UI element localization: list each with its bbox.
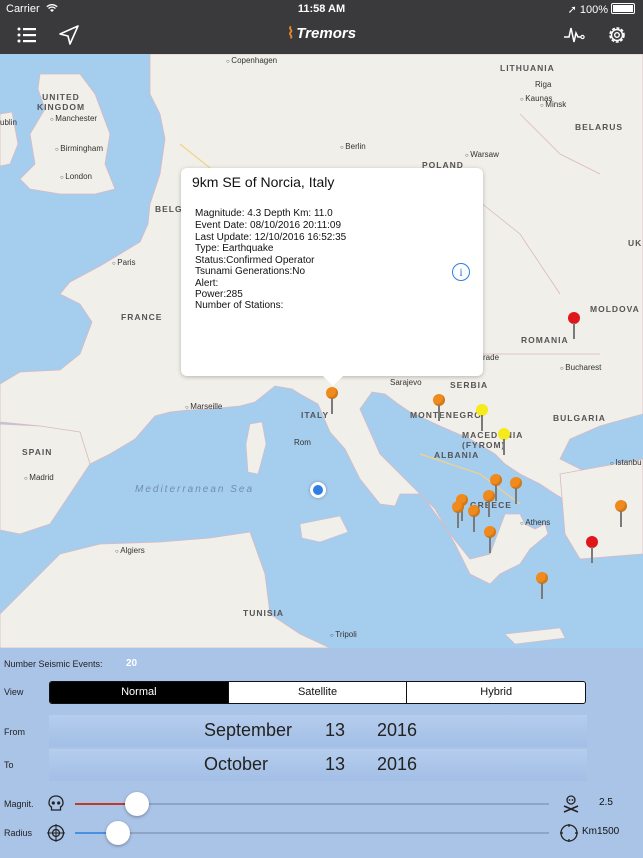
- magnitude-row: Magnit. 2.5: [0, 792, 643, 816]
- detail-type: Type: Earthquake: [195, 243, 274, 254]
- map-label: Riga: [535, 80, 552, 89]
- detail-alert: Alert:: [195, 278, 219, 289]
- tremors-logo-icon: ⌇: [286, 25, 295, 42]
- map-label: Paris: [112, 258, 135, 267]
- earthquake-pin[interactable]: [432, 394, 446, 422]
- earthquake-pin[interactable]: [497, 428, 511, 456]
- earthquake-pin[interactable]: [483, 526, 497, 554]
- detail-stations: Number of Stations:: [195, 300, 284, 311]
- map-label: rade: [483, 353, 500, 362]
- detail-status: Status:Confirmed Operator: [195, 255, 315, 266]
- battery-icon: [611, 3, 635, 14]
- to-month[interactable]: October: [204, 754, 268, 775]
- to-year[interactable]: 2016: [377, 754, 417, 775]
- map-label: UNITED KINGDOM: [36, 92, 86, 112]
- map-label: ROMANIA: [521, 335, 569, 345]
- radius-label: Radius: [4, 828, 33, 838]
- segment-normal[interactable]: Normal: [50, 682, 228, 703]
- navigation-bar: Carrier 11:58 AM ➚ 100% ⌇ Tremors: [0, 0, 643, 54]
- map-label: Rom: [294, 438, 311, 447]
- map-label: TUNISIA: [243, 608, 284, 618]
- crossbones-icon: [563, 795, 579, 813]
- map-label: Algiers: [115, 546, 144, 555]
- app-title: ⌇ Tremors: [286, 25, 357, 42]
- map-label: SPAIN: [22, 447, 53, 457]
- earthquake-pin[interactable]: [467, 505, 481, 533]
- map-label: SERBIA: [450, 380, 489, 390]
- status-time: 11:58 AM: [297, 3, 346, 15]
- earthquake-pin[interactable]: [509, 477, 523, 505]
- earthquake-pin[interactable]: [482, 490, 496, 518]
- map-label: Madrid: [24, 473, 53, 482]
- view-label: View: [4, 687, 24, 697]
- radius-value: Km1500: [582, 826, 620, 837]
- earthquake-pin[interactable]: [325, 387, 339, 415]
- gear-icon[interactable]: [604, 22, 630, 48]
- map-label: Tripoli: [330, 630, 356, 639]
- map-label: Kaunas: [520, 94, 552, 103]
- map-label: Copenhagen: [226, 56, 277, 65]
- map-label: BULGARIA: [553, 413, 606, 423]
- to-date-picker[interactable]: October 13 2016: [49, 749, 587, 781]
- detail-power: Power:285: [195, 289, 243, 300]
- map-label: ALBANIA: [434, 450, 480, 460]
- segment-satellite[interactable]: Satellite: [227, 682, 407, 703]
- detail-event-date: Event Date: 08/10/2016 20:11:09: [195, 220, 342, 231]
- events-count: 20: [126, 658, 138, 669]
- status-battery: ➚ 100%: [568, 3, 635, 16]
- detail-last-update: Last Update: 12/10/2016 16:52:35: [195, 232, 347, 243]
- circle-icon: [560, 824, 578, 842]
- map-label: Manchester: [50, 114, 97, 123]
- magnitude-value: 2.5: [599, 797, 613, 808]
- from-month[interactable]: September: [204, 720, 292, 741]
- map-label: UK: [628, 238, 643, 248]
- map-label: LITHUANIA: [500, 63, 555, 73]
- earthquake-pin[interactable]: [567, 312, 581, 340]
- earthquake-pin[interactable]: [614, 500, 628, 528]
- from-label: From: [4, 727, 25, 737]
- radius-row: Radius Km1500: [0, 821, 643, 845]
- magnitude-slider-thumb[interactable]: [124, 792, 149, 816]
- map-label: Birmingham: [55, 144, 103, 153]
- map-label: Warsaw: [465, 150, 499, 159]
- map-label: London: [60, 172, 92, 181]
- to-day[interactable]: 13: [325, 754, 345, 775]
- earthquake-pin[interactable]: [475, 404, 489, 432]
- map-type-segmented-control[interactable]: Normal Satellite Hybrid: [49, 681, 586, 704]
- map-label: Marseille: [185, 402, 222, 411]
- callout-title: 9km SE of Norcia, Italy: [192, 174, 335, 190]
- earthquake-pin[interactable]: [451, 501, 465, 529]
- info-icon[interactable]: i: [452, 263, 470, 281]
- magnitude-label: Magnit.: [4, 799, 34, 809]
- filter-panel: Number Seismic Events: 20 View Normal Sa…: [0, 648, 643, 858]
- detail-magnitude: Magnitude: 4.3 Depth Km: 11.0: [195, 208, 333, 219]
- map-label: FRANCE: [121, 312, 163, 322]
- map-label: ublin: [0, 118, 17, 127]
- map-label: Bucharest: [560, 363, 601, 372]
- to-label: To: [4, 760, 14, 770]
- map-label: BELARUS: [575, 122, 624, 132]
- earthquake-callout[interactable]: 9km SE of Norcia, Italy Magnitude: 4.3 D…: [181, 168, 483, 386]
- from-day[interactable]: 13: [325, 720, 345, 741]
- map-label: MOLDOVA: [590, 304, 640, 314]
- segment-hybrid[interactable]: Hybrid: [406, 682, 585, 703]
- detail-tsunami: Tsunami Generations:No: [195, 266, 306, 277]
- location-status-icon: ➚: [567, 4, 577, 16]
- map-label: Berlin: [340, 142, 365, 151]
- events-label: Number Seismic Events:: [4, 659, 103, 669]
- from-year[interactable]: 2016: [377, 720, 417, 741]
- radius-track[interactable]: [75, 832, 549, 834]
- earthquake-pin[interactable]: [585, 536, 599, 564]
- map-label: Athens: [520, 518, 550, 527]
- map-label: Istanbu: [610, 458, 641, 467]
- map-label: Mediterranean Sea: [135, 484, 255, 495]
- radius-slider-thumb[interactable]: [105, 821, 130, 845]
- map-label: Sarajevo: [390, 378, 422, 387]
- seismograph-icon[interactable]: [561, 22, 587, 48]
- skull-icon: [48, 795, 64, 811]
- earthquake-pin[interactable]: [535, 572, 549, 600]
- crosshair-icon: [47, 824, 65, 842]
- from-date-picker[interactable]: September 13 2016: [49, 715, 587, 747]
- user-location-dot: [310, 482, 326, 498]
